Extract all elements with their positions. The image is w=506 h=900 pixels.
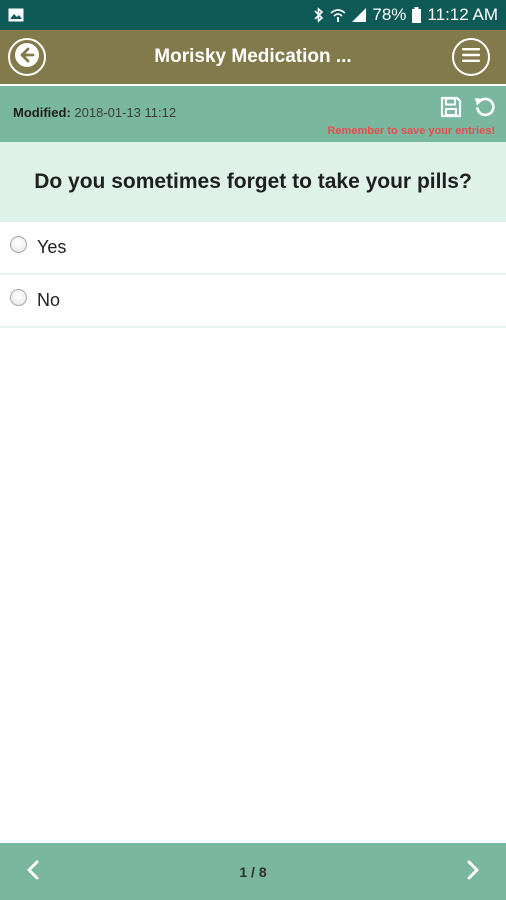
page-indicator: 1 / 8 (239, 863, 267, 880)
image-icon (8, 8, 24, 22)
back-button[interactable] (8, 38, 46, 76)
footer-nav: 1 / 8 (0, 843, 506, 900)
modified-info: Modified: 2018-01-13 11:12 (13, 105, 177, 120)
clock: 11:12 AM (427, 5, 498, 24)
answer-list: Yes No (0, 222, 506, 328)
battery-level: 78% (372, 5, 407, 24)
question-box: Do you sometimes forget to take your pil… (0, 142, 506, 222)
arrow-left-icon (15, 42, 39, 72)
answer-label: Yes (37, 237, 67, 257)
app-header: Morisky Medication ... (0, 30, 506, 84)
hamburger-menu-icon (462, 47, 480, 67)
floppy-disk-icon[interactable] (440, 96, 462, 123)
bluetooth-icon (314, 7, 324, 23)
radio-button[interactable] (10, 289, 27, 306)
answer-option-no[interactable]: No (0, 275, 506, 328)
wifi-icon (330, 7, 346, 23)
signal-icon (352, 8, 367, 22)
undo-icon[interactable] (474, 96, 496, 123)
chevron-right-icon (465, 860, 481, 885)
answer-option-yes[interactable]: Yes (0, 222, 506, 275)
answer-label: No (37, 290, 61, 310)
next-page-button[interactable] (460, 859, 486, 885)
chevron-left-icon (25, 860, 41, 885)
page-title: Morisky Medication ... (154, 46, 352, 67)
battery-icon (412, 7, 422, 23)
question-text: Do you sometimes forget to take your pil… (34, 170, 472, 193)
modified-label: Modified (13, 105, 67, 120)
menu-button[interactable] (452, 38, 490, 76)
status-bar: 78% 11:12 AM (0, 0, 506, 30)
save-reminder: Remember to save your entries! (327, 125, 495, 137)
previous-page-button[interactable] (20, 859, 46, 885)
modified-value: 2018-01-13 11:12 (74, 105, 177, 120)
tools (440, 96, 496, 123)
radio-button[interactable] (10, 236, 27, 253)
